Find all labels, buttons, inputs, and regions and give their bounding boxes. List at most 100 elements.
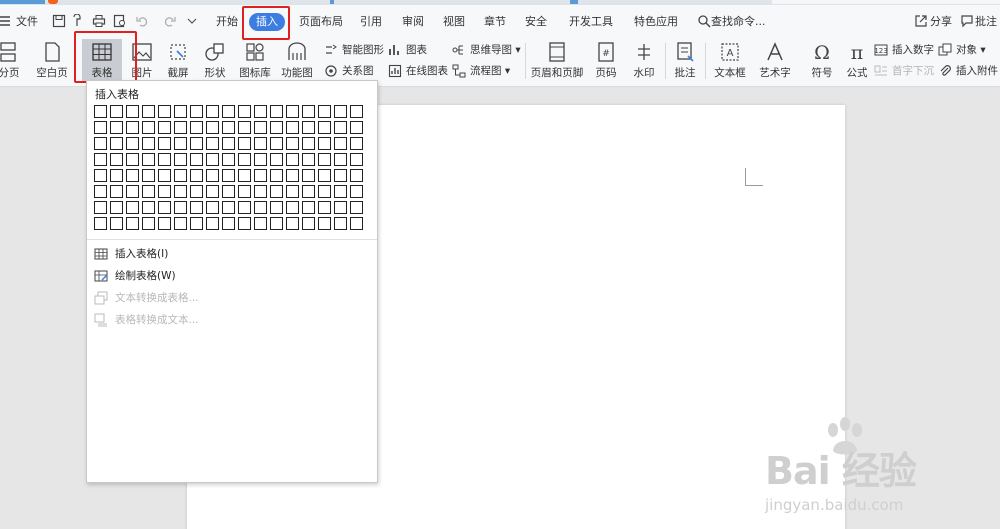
table-grid-cell[interactable] <box>174 169 187 182</box>
table-grid-cell[interactable] <box>302 217 315 230</box>
table-grid-cell[interactable] <box>254 105 267 118</box>
table-grid-cell[interactable] <box>126 185 139 198</box>
share-button[interactable]: 分享 <box>930 14 952 30</box>
table-grid-cell[interactable] <box>286 121 299 134</box>
table-grid-cell[interactable] <box>206 121 219 134</box>
table-grid-cell[interactable] <box>190 105 203 118</box>
table-grid-cell[interactable] <box>190 201 203 214</box>
table-grid-cell[interactable] <box>302 201 315 214</box>
icon-library-button[interactable]: 图标库 <box>236 37 274 85</box>
header-footer-button[interactable]: 页眉和页脚 <box>528 37 586 85</box>
table-grid-cell[interactable] <box>270 105 283 118</box>
table-grid-cell[interactable] <box>94 153 107 166</box>
table-grid-cell[interactable] <box>254 137 267 150</box>
tab-review[interactable]: 审阅 <box>402 14 424 30</box>
table-grid-cell[interactable] <box>350 169 363 182</box>
table-to-text-item[interactable]: 表格转换成文本... <box>94 311 199 329</box>
table-grid-cell[interactable] <box>334 137 347 150</box>
table-grid-cell[interactable] <box>286 105 299 118</box>
table-grid-cell[interactable] <box>94 201 107 214</box>
table-grid-cell[interactable] <box>174 217 187 230</box>
insert-number-button[interactable]: 123 插入数字 <box>874 42 934 58</box>
table-grid-cell[interactable] <box>302 121 315 134</box>
table-grid-cell[interactable] <box>190 169 203 182</box>
table-grid-cell[interactable] <box>254 153 267 166</box>
drop-cap-button[interactable]: 首字下沉 <box>874 63 934 79</box>
relation-chart-button[interactable]: 关系图 <box>324 63 374 79</box>
table-grid-cell[interactable] <box>238 153 251 166</box>
tab-special[interactable]: 特色应用 <box>634 14 678 30</box>
table-grid-cell[interactable] <box>334 185 347 198</box>
table-grid-cell[interactable] <box>350 121 363 134</box>
wordart-button[interactable]: 艺术字 <box>754 37 796 85</box>
table-grid-cell[interactable] <box>158 185 171 198</box>
table-grid-cell[interactable] <box>110 201 123 214</box>
text-to-table-item[interactable]: 文本转换成表格... <box>94 289 199 307</box>
table-grid-cell[interactable] <box>190 121 203 134</box>
flow-chart-button[interactable]: 流程图 ▾ <box>452 63 510 79</box>
table-grid-cell[interactable] <box>238 185 251 198</box>
table-grid-cell[interactable] <box>206 217 219 230</box>
screenshot-button[interactable]: 截屏 <box>160 37 196 85</box>
table-grid-cell[interactable] <box>222 121 235 134</box>
table-grid-cell[interactable] <box>350 137 363 150</box>
table-grid-cell[interactable] <box>110 153 123 166</box>
table-grid-cell[interactable] <box>238 105 251 118</box>
table-grid-cell[interactable] <box>94 105 107 118</box>
table-grid-cell[interactable] <box>142 137 155 150</box>
insert-attachment-button[interactable]: 插入附件 <box>938 63 998 79</box>
table-grid-cell[interactable] <box>270 169 283 182</box>
table-grid-cell[interactable] <box>174 185 187 198</box>
table-grid-cell[interactable] <box>286 201 299 214</box>
table-grid-cell[interactable] <box>286 137 299 150</box>
table-grid-cell[interactable] <box>286 185 299 198</box>
hamburger-icon[interactable] <box>0 14 14 28</box>
table-grid-cell[interactable] <box>270 121 283 134</box>
table-grid-cell[interactable] <box>142 105 155 118</box>
redo-icon[interactable] <box>162 14 176 28</box>
table-grid-cell[interactable] <box>302 169 315 182</box>
table-grid-cell[interactable] <box>318 217 331 230</box>
tab-references[interactable]: 引用 <box>360 14 382 30</box>
table-grid-cell[interactable] <box>254 217 267 230</box>
table-grid-cell[interactable] <box>174 153 187 166</box>
table-grid-cell[interactable] <box>270 137 283 150</box>
table-grid-cell[interactable] <box>94 137 107 150</box>
table-grid-cell[interactable] <box>286 217 299 230</box>
function-chart-button[interactable]: 功能图 <box>276 37 318 85</box>
page-break-button[interactable]: 分页 <box>0 37 24 85</box>
tab-home[interactable]: 开始 <box>216 14 238 30</box>
table-grid-cell[interactable] <box>302 153 315 166</box>
table-grid-cell[interactable] <box>222 169 235 182</box>
table-grid-cell[interactable] <box>190 185 203 198</box>
table-grid-cell[interactable] <box>190 217 203 230</box>
table-grid-cell[interactable] <box>350 153 363 166</box>
table-grid-cell[interactable] <box>126 137 139 150</box>
table-grid-cell[interactable] <box>222 105 235 118</box>
comment-icon[interactable] <box>960 14 974 28</box>
table-grid-cell[interactable] <box>222 137 235 150</box>
table-grid-cell[interactable] <box>254 169 267 182</box>
table-grid-cell[interactable] <box>142 169 155 182</box>
table-grid-cell[interactable] <box>318 153 331 166</box>
table-grid-cell[interactable] <box>318 185 331 198</box>
table-grid-cell[interactable] <box>158 121 171 134</box>
table-grid-cell[interactable] <box>286 153 299 166</box>
table-grid-cell[interactable] <box>318 201 331 214</box>
table-grid-cell[interactable] <box>318 137 331 150</box>
annotation-button[interactable]: 批注 <box>668 37 702 85</box>
table-grid-cell[interactable] <box>254 185 267 198</box>
format-painter-icon[interactable] <box>72 14 86 28</box>
table-grid-cell[interactable] <box>238 217 251 230</box>
table-grid-cell[interactable] <box>142 153 155 166</box>
table-grid-cell[interactable] <box>158 201 171 214</box>
save-icon[interactable] <box>52 14 66 28</box>
table-grid-cell[interactable] <box>254 121 267 134</box>
table-grid-cell[interactable] <box>206 169 219 182</box>
customize-qa-icon[interactable] <box>185 14 199 28</box>
table-grid-cell[interactable] <box>126 153 139 166</box>
table-grid-cell[interactable] <box>142 201 155 214</box>
table-grid-cell[interactable] <box>238 201 251 214</box>
mind-map-button[interactable]: 思维导图 ▾ <box>452 42 521 58</box>
table-grid-cell[interactable] <box>350 201 363 214</box>
